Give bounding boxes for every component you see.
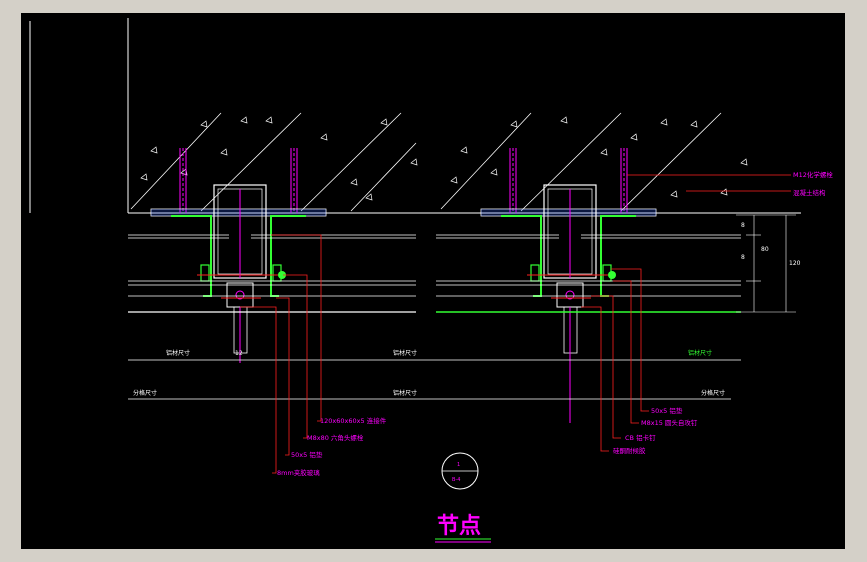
cad-drawing-area[interactable]: 8 80 8 120 铝材尺寸 12 铝材尺寸 铝材尺寸 分格尺寸 铝材尺寸 分… <box>21 13 845 549</box>
dim-v-3: 8 <box>741 254 745 261</box>
concrete-hatch <box>130 112 722 212</box>
callout-right-3: CB 铝卡钉 <box>625 433 656 442</box>
callout-left-1: 120x60x60x5 连接件 <box>320 416 387 425</box>
detail-circle-marker <box>441 452 479 490</box>
left-node <box>150 148 327 363</box>
callout-top-right-1: M12化学螺栓 <box>793 170 833 179</box>
dim-left-mid: 12 <box>235 350 243 357</box>
callout-right-4: 硅酮耐候胶 <box>613 446 646 455</box>
top-right-leaders <box>627 174 791 192</box>
dim-right-label: 铝材尺寸 <box>688 349 712 357</box>
callout-right-2: M8x15 圆头自攻钉 <box>641 418 698 427</box>
callout-left-3: 50x5 铝垫 <box>291 450 323 459</box>
callout-left-4: 8mm夹胶玻璃 <box>277 468 320 477</box>
callout-left-2: M8x80 六角头螺栓 <box>307 433 364 442</box>
dim-bottom-right: 分格尺寸 <box>701 389 725 397</box>
dim-v-2: 80 <box>761 246 769 253</box>
detail-circle-top: 1 <box>457 462 460 468</box>
concrete-aggregate <box>140 116 748 201</box>
vertical-dimension <box>736 214 796 313</box>
detail-drawing: 8 80 8 120 铝材尺寸 12 铝材尺寸 铝材尺寸 分格尺寸 铝材尺寸 分… <box>29 18 833 543</box>
dim-v-4: 120 <box>789 260 801 267</box>
dim-center-label: 铝材尺寸 <box>393 349 417 357</box>
drawing-title: 节点 <box>437 513 481 539</box>
detail-circle-bottom: B-4 <box>452 477 460 483</box>
dim-bottom-center: 铝材尺寸 <box>393 389 417 397</box>
callout-top-right-2: 混凝土结构 <box>793 188 826 197</box>
panel-lines <box>128 234 741 297</box>
dim-v-1: 8 <box>741 222 745 229</box>
callout-right-1: 50x5 铝垫 <box>651 406 683 415</box>
dim-bottom-left: 分格尺寸 <box>133 389 157 397</box>
dim-left-label: 铝材尺寸 <box>166 349 190 357</box>
right-node <box>480 148 657 423</box>
